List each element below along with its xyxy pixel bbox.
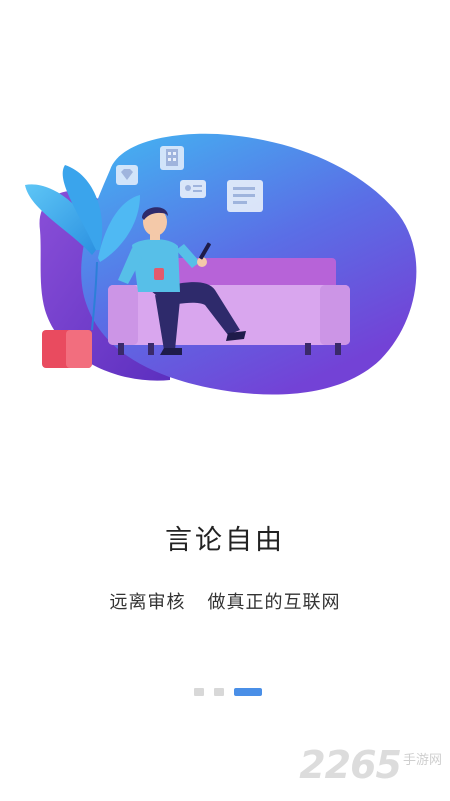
- diamond-icon: [116, 165, 138, 185]
- plant-pot: [42, 330, 92, 368]
- document-icon: [227, 180, 263, 212]
- id-card-icon: [180, 180, 206, 198]
- building-icon: [160, 146, 184, 170]
- watermark-number: 2265: [299, 743, 402, 787]
- page-indicator: [194, 688, 262, 696]
- slide-subtitle-part1: 远离审核: [109, 592, 186, 613]
- page-dot-3-active[interactable]: [234, 688, 262, 696]
- page-dot-2[interactable]: [214, 688, 224, 696]
- watermark-text: 手游网: [402, 753, 442, 768]
- slide-title: 言论自由: [165, 525, 285, 556]
- slide-subtitle-part2: 做真正的互联网: [207, 592, 341, 613]
- onboarding-illustration: [25, 133, 417, 395]
- slide-subtitle: 远离审核 做真正的互联网: [0, 588, 450, 614]
- site-watermark: 2265 手游网: [299, 743, 442, 787]
- page-dot-1[interactable]: [194, 688, 204, 696]
